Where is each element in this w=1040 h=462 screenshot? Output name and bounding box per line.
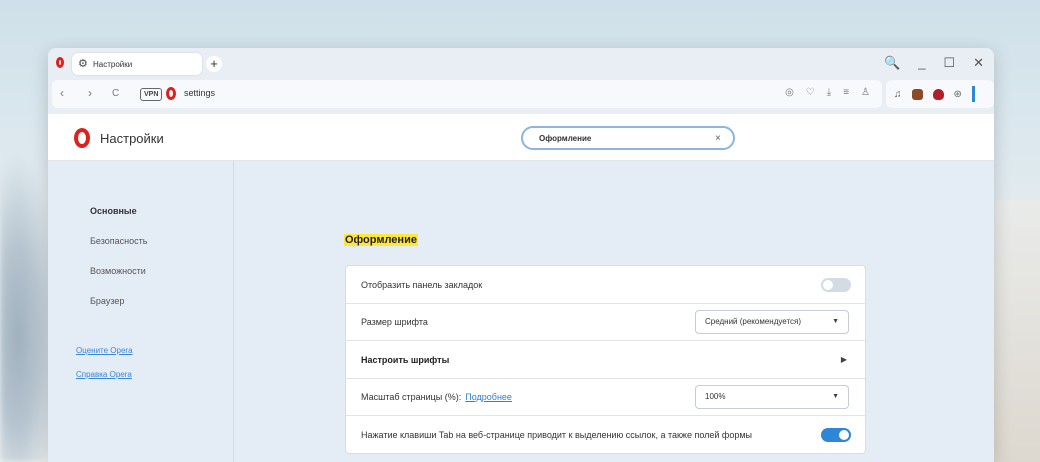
page-zoom-select[interactable]: 100% ▼ (695, 384, 849, 409)
opera-logo (74, 128, 90, 148)
learn-more-link[interactable]: Подробнее (465, 392, 512, 402)
settings-search[interactable]: × (521, 126, 735, 150)
tab-bar: ⚙ Настройки + 🔍 _ ☐ ✕ (48, 48, 994, 79)
sidebar-item-security[interactable]: Безопасность (90, 236, 147, 246)
page-title: Настройки (100, 131, 164, 146)
url-field[interactable]: settings (184, 88, 215, 98)
search-input[interactable] (537, 132, 711, 144)
download-icon[interactable]: ⤓ (827, 87, 831, 98)
font-size-label: Размер шрифта (361, 316, 428, 327)
vpn-badge[interactable]: VPN (140, 88, 163, 101)
clear-icon[interactable]: × (715, 133, 721, 144)
minimize-button[interactable]: _ (918, 55, 925, 71)
camera-icon[interactable]: ◎ (785, 87, 794, 98)
address-actions: ◎ ♡ ⤓ ≡ ♙ (785, 87, 870, 98)
rate-opera-link[interactable]: Оцените Opera (76, 346, 133, 355)
page-zoom-label: Масштаб страницы (%): (361, 391, 462, 402)
tab-highlight-row[interactable]: Нажатие клавиши Tab на веб-странице прив… (346, 416, 865, 453)
sidebar-toggle-icon[interactable] (971, 86, 975, 102)
menu-icon[interactable]: ≡ (843, 87, 849, 98)
sidebar-item-browser[interactable]: Браузер (90, 296, 124, 306)
maximize-button[interactable]: ☐ (943, 55, 955, 71)
appearance-card: Отобразить панель закладок Размер шрифта… (345, 265, 866, 454)
new-tab-button[interactable]: + (206, 56, 222, 72)
globe-icon[interactable]: ⊛ (954, 89, 962, 100)
chevron-down-icon: ▼ (832, 318, 839, 325)
back-button[interactable]: ‹ (60, 86, 64, 100)
page-zoom-label-wrap: Масштаб страницы (%): Подробнее (361, 392, 512, 402)
tab-settings[interactable]: ⚙ Настройки (72, 53, 202, 75)
close-button[interactable]: ✕ (973, 55, 984, 71)
shield-icon[interactable] (932, 88, 944, 100)
forward-button[interactable]: › (88, 86, 92, 100)
section-title: Оформление (344, 234, 418, 246)
browser-window: ⚙ Настройки + 🔍 _ ☐ ✕ ‹ › C VPN settings… (48, 48, 994, 462)
customize-fonts-label: Настроить шрифты (361, 354, 450, 365)
gear-icon: ⚙ (78, 57, 88, 70)
font-size-value: Средний (рекомендуется) (705, 317, 802, 326)
reload-button[interactable]: C (112, 88, 119, 99)
sidebar-item-basic[interactable]: Основные (90, 206, 137, 216)
settings-header: Настройки × (48, 114, 994, 161)
bookmarks-bar-row[interactable]: Отобразить панель закладок (346, 266, 865, 304)
tab-highlight-toggle[interactable] (821, 427, 851, 442)
bookmarks-bar-label: Отобразить панель закладок (361, 279, 483, 290)
tab-highlight-label: Нажатие клавиши Tab на веб-странице прив… (361, 429, 752, 440)
settings-page: Настройки × Основные Безопасность Возмож… (48, 114, 994, 462)
tab-title: Настройки (93, 59, 133, 69)
opera-help-link[interactable]: Справка Opera (76, 370, 132, 379)
chevron-right-icon: ▶ (840, 355, 847, 364)
extensions-bar: ♫ ⊛ (886, 80, 994, 108)
page-zoom-value: 100% (705, 392, 726, 401)
toggle-knob (839, 429, 849, 440)
background-right (992, 200, 1040, 462)
address-bar: ‹ › C VPN settings ◎ ♡ ⤓ ≡ ♙ (52, 80, 882, 108)
opera-icon (166, 87, 176, 100)
bookmarks-bar-toggle[interactable] (821, 277, 851, 292)
headphones-icon[interactable]: ♫ (894, 89, 902, 100)
chevron-down-icon: ▼ (832, 393, 839, 400)
user-icon[interactable]: ♙ (861, 87, 870, 98)
font-size-select[interactable]: Средний (рекомендуется) ▼ (695, 309, 849, 334)
customize-fonts-row[interactable]: Настроить шрифты ▶ (346, 341, 865, 379)
heart-icon[interactable]: ♡ (806, 87, 815, 98)
opera-menu-icon[interactable] (56, 57, 64, 68)
window-controls: 🔍 _ ☐ ✕ (884, 55, 984, 71)
settings-sidebar: Основные Безопасность Возможности Браузе… (48, 161, 234, 462)
page-zoom-row: Масштаб страницы (%): Подробнее 100% ▼ (346, 378, 865, 416)
sidebar-item-features[interactable]: Возможности (90, 266, 146, 276)
font-size-row: Размер шрифта Средний (рекомендуется) ▼ (346, 303, 865, 341)
toggle-knob (823, 279, 833, 290)
address-bar-row: ‹ › C VPN settings ◎ ♡ ⤓ ≡ ♙ (48, 80, 994, 110)
extension-brown-icon[interactable] (911, 88, 923, 100)
search-tabs-icon[interactable]: 🔍 (884, 55, 900, 71)
